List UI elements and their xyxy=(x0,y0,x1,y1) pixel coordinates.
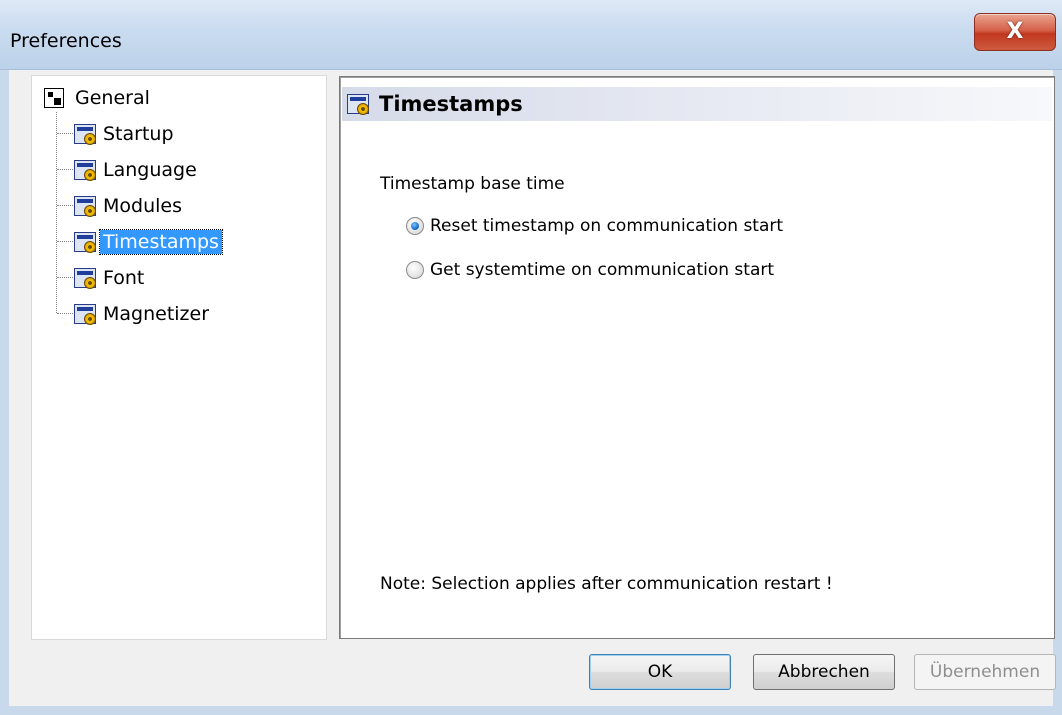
tree-connector xyxy=(57,133,73,134)
tree-label: Font xyxy=(103,267,145,289)
tree-connector xyxy=(57,205,73,206)
tree-label: Magnetizer xyxy=(103,303,210,325)
tree-connector xyxy=(57,169,73,170)
tree-label: Startup xyxy=(103,123,174,145)
tree-label: Modules xyxy=(103,195,182,217)
settings-gear-icon xyxy=(74,304,96,325)
radio-label: Reset timestamp on communication start xyxy=(430,216,784,236)
close-button[interactable]: X xyxy=(974,13,1056,51)
note-text: Note: Selection applies after communicat… xyxy=(380,574,833,594)
apply-button[interactable]: Übernehmen xyxy=(914,654,1056,690)
settings-gear-icon xyxy=(74,196,96,217)
tree-item-startup[interactable]: Startup xyxy=(74,118,177,150)
tree-item-timestamps[interactable]: Timestamps xyxy=(74,226,223,258)
tree-label: Timestamps xyxy=(99,229,223,255)
settings-gear-icon xyxy=(347,94,369,115)
section-label: Timestamp base time xyxy=(380,174,565,194)
panel-title: Timestamps xyxy=(379,92,523,116)
window-title: Preferences xyxy=(10,30,122,52)
tree-item-magnetizer[interactable]: Magnetizer xyxy=(74,298,212,330)
radio-label: Get systemtime on communication start xyxy=(430,260,775,280)
settings-gear-icon xyxy=(74,124,96,145)
radio-reset-timestamp[interactable]: Reset timestamp on communication start xyxy=(406,216,783,236)
tree-connector xyxy=(57,277,73,278)
tree-item-modules[interactable]: Modules xyxy=(74,190,185,222)
settings-gear-icon xyxy=(74,232,96,253)
preferences-tree: General Startup Language Modules Timesta… xyxy=(31,75,327,640)
timestamps-panel: Timestamps Timestamp base time Reset tim… xyxy=(339,76,1055,639)
tree-label: General xyxy=(75,87,150,109)
preferences-dialog: Preferences X General Startup Language M… xyxy=(0,0,1062,715)
tree-connector xyxy=(57,241,73,242)
tree-connector xyxy=(57,313,73,314)
panel-header: Timestamps xyxy=(342,87,1052,121)
tree-item-general[interactable]: General xyxy=(44,82,153,114)
tree-root-icon xyxy=(44,88,64,108)
title-bar[interactable]: Preferences X xyxy=(0,0,1062,70)
radio-get-systemtime[interactable]: Get systemtime on communication start xyxy=(406,260,774,280)
radio-button-checked[interactable] xyxy=(406,217,424,235)
radio-button[interactable] xyxy=(406,261,424,279)
settings-gear-icon xyxy=(74,160,96,181)
tree-label: Language xyxy=(103,159,197,181)
tree-connector xyxy=(56,112,57,313)
tree-item-font[interactable]: Font xyxy=(74,262,147,294)
cancel-button[interactable]: Abbrechen xyxy=(753,654,895,690)
close-icon: X xyxy=(1006,19,1024,44)
ok-button[interactable]: OK xyxy=(589,654,731,690)
tree-item-language[interactable]: Language xyxy=(74,154,200,186)
settings-gear-icon xyxy=(74,268,96,289)
